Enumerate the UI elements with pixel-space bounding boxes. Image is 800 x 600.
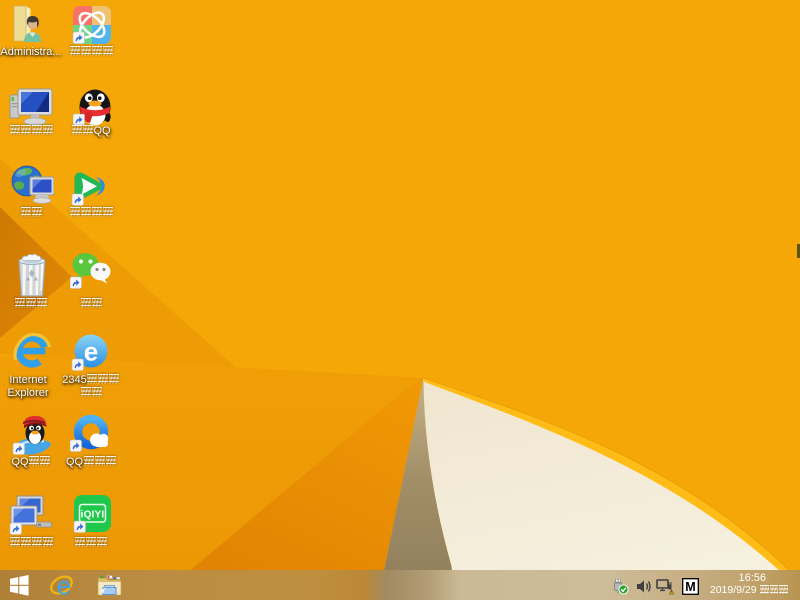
svg-text:e: e (57, 573, 71, 598)
svg-text:iQIYI: iQIYI (81, 510, 105, 521)
svg-text:e: e (84, 337, 98, 367)
